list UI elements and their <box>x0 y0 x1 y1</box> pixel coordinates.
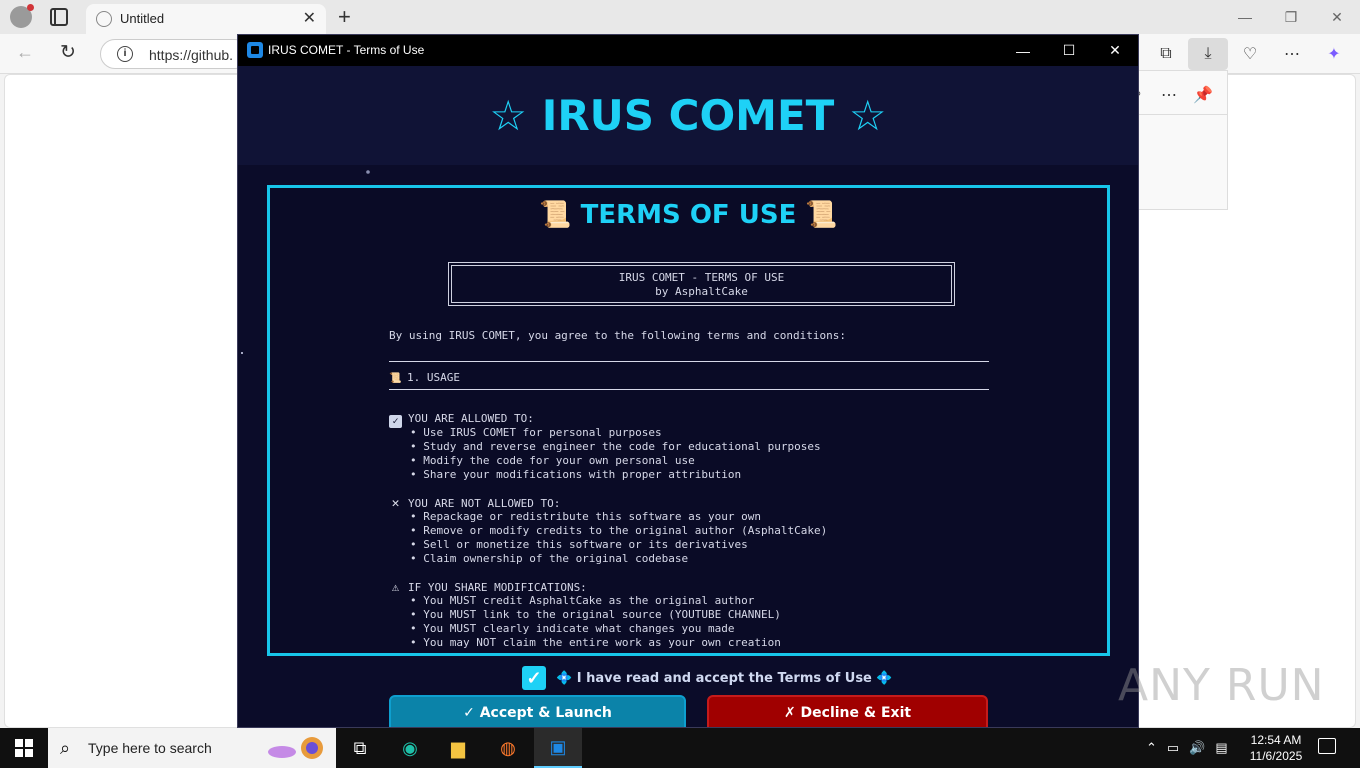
app-maximize-icon[interactable]: ☐ <box>1046 35 1092 66</box>
app-window-controls: — ☐ ✕ <box>1000 35 1138 66</box>
windows-logo-icon <box>15 739 33 757</box>
accept-terms-checkbox[interactable]: ✓ <box>522 666 546 690</box>
cross-icon: ✕ <box>391 496 400 511</box>
close-icon[interactable]: ✕ <box>1314 0 1360 34</box>
not-allowed-item: • Remove or modify credits to the origin… <box>410 524 828 537</box>
terms-panel[interactable]: 📜 TERMS OF USE 📜 IRUS COMET - TERMS OF U… <box>267 185 1110 656</box>
accept-launch-button[interactable]: ✓ Accept & Launch <box>389 695 686 727</box>
site-info-icon[interactable]: i <box>117 46 133 62</box>
app-header: ☆ IRUS COMET ☆ <box>238 66 1138 165</box>
allowed-item: • Share your modifications with proper a… <box>410 468 742 481</box>
app-titlebar: IRUS COMET - Terms of Use — ☐ ✕ <box>238 35 1138 66</box>
downloads-icon[interactable]: ⤓ <box>1188 38 1228 70</box>
start-button[interactable] <box>0 728 48 768</box>
chevron-up-icon[interactable]: ⌃ <box>1146 740 1157 756</box>
irus-comet-window: IRUS COMET - Terms of Use — ☐ ✕ ☆ IRUS C… <box>237 34 1139 728</box>
scroll-icon: 📜 <box>389 373 402 384</box>
browser-window-controls: — ❐ ✕ <box>1222 0 1360 34</box>
decline-exit-button[interactable]: ✗ Decline & Exit <box>707 695 988 727</box>
allowed-item: • Modify the code for your own personal … <box>410 454 695 467</box>
app-logo-icon <box>247 42 263 58</box>
address-url: https://github. <box>149 47 234 63</box>
not-allowed-title: YOU ARE NOT ALLOWED TO: <box>408 497 561 510</box>
allowed-item: • Use IRUS COMET for personal purposes <box>410 426 662 439</box>
app-close-icon[interactable]: ✕ <box>1092 35 1138 66</box>
windows-taskbar: ⌕ Type here to search ⧉ ◉ ▆ ◍ ▣ ⌃ ▭ 🔊 ▤ … <box>0 728 1360 768</box>
reload-icon[interactable]: ↻ <box>60 41 76 64</box>
divider <box>389 389 989 390</box>
copilot-icon[interactable]: ✦ <box>1314 38 1354 70</box>
allowed-title: YOU ARE ALLOWED TO: <box>408 412 534 425</box>
task-view-icon[interactable]: ⧉ <box>336 728 384 768</box>
terms-banner-inner: IRUS COMET - TERMS OF USE by AsphaltCake <box>451 265 952 303</box>
downloads-panel: ⌕ ⋯ 📌 <box>1133 70 1228 210</box>
share-item: • You MUST clearly indicate what changes… <box>410 622 735 635</box>
share-title: IF YOU SHARE MODIFICATIONS: <box>408 581 587 594</box>
anyrun-watermark: ANY RUN <box>1118 660 1325 711</box>
new-tab-button[interactable]: + <box>338 4 351 30</box>
tab-title: Untitled <box>120 11 165 26</box>
irus-comet-taskbar-icon[interactable]: ▣ <box>534 728 582 768</box>
browser-tabbar: Untitled ✕ + — ❐ ✕ <box>0 0 1360 34</box>
not-allowed-item: • Claim ownership of the original codeba… <box>410 552 689 565</box>
minimize-icon[interactable]: — <box>1222 0 1268 34</box>
accept-terms-row[interactable]: ✓ 💠 I have read and accept the Terms of … <box>522 666 893 690</box>
divider <box>389 361 989 362</box>
back-arrow-icon[interactable]: ← <box>16 42 34 63</box>
terms-intro: By using IRUS COMET, you agree to the fo… <box>389 329 846 342</box>
firefox-icon[interactable]: ◍ <box>484 728 532 768</box>
meet-icon[interactable]: ▭ <box>1167 740 1179 756</box>
notifications-icon[interactable] <box>1318 738 1336 754</box>
browser-tab[interactable]: Untitled ✕ <box>86 4 326 34</box>
warning-icon: ⚠ <box>391 580 400 594</box>
profile-avatar[interactable] <box>10 4 34 28</box>
section-usage-heading: 📜 1. USAGE <box>389 371 460 384</box>
globe-icon <box>96 11 112 27</box>
section-usage-title: 1. USAGE <box>407 371 460 384</box>
share-item: • You may NOT claim the entire work as y… <box>410 636 781 649</box>
app-header-title: ☆ IRUS COMET ☆ <box>489 91 887 140</box>
terms-banner: IRUS COMET - TERMS OF USE by AsphaltCake <box>448 262 955 306</box>
tab-actions-icon[interactable] <box>50 8 68 26</box>
app-window-title: IRUS COMET - Terms of Use <box>268 43 425 57</box>
clock-time: 12:54 AM <box>1250 733 1302 747</box>
system-tray: ⌃ ▭ 🔊 ▤ <box>1146 728 1228 768</box>
address-bar[interactable]: i https://github. <box>100 39 250 69</box>
clock-date: 11/6/2025 <box>1249 749 1303 763</box>
restore-icon[interactable]: ❐ <box>1268 0 1314 34</box>
check-icon: ✓ <box>389 415 402 428</box>
taskbar-search[interactable]: ⌕ Type here to search <box>48 728 336 768</box>
banner-author: by AsphaltCake <box>655 285 748 298</box>
browser-essentials-icon[interactable]: ♡ <box>1230 38 1270 70</box>
taskbar-clock[interactable]: 12:54 AM 11/6/2025 <box>1246 732 1306 764</box>
volume-icon[interactable]: 🔊 <box>1189 740 1205 756</box>
downloads-panel-header: ⌕ ⋯ 📌 <box>1133 79 1227 115</box>
share-heading: ⚠ IF YOU SHARE MODIFICATIONS: <box>389 580 587 594</box>
allowed-item: • Study and reverse engineer the code fo… <box>410 440 821 453</box>
app-minimize-icon[interactable]: — <box>1000 35 1046 66</box>
search-icon: ⌕ <box>60 738 71 758</box>
not-allowed-item: • Sell or monetize this software or its … <box>410 538 748 551</box>
banner-title: IRUS COMET - TERMS OF USE <box>618 271 785 284</box>
search-highlight-icon <box>268 737 323 759</box>
terms-heading: 📜 TERMS OF USE 📜 <box>539 200 838 230</box>
downloads-more-icon[interactable]: ⋯ <box>1161 85 1177 105</box>
toolbar-actions: ⧉ ⤓ ♡ ⋯ ✦ <box>1146 38 1354 70</box>
share-item: • You MUST credit AsphaltCake as the ori… <box>410 594 755 607</box>
not-allowed-item: • Repackage or redistribute this softwar… <box>410 510 761 523</box>
share-item: • You MUST link to the original source (… <box>410 608 781 621</box>
pin-icon[interactable]: 📌 <box>1193 85 1213 105</box>
tab-close-icon[interactable]: ✕ <box>303 8 316 28</box>
file-explorer-icon[interactable]: ▆ <box>434 728 482 768</box>
network-icon[interactable]: ▤ <box>1215 740 1227 756</box>
taskbar-search-placeholder: Type here to search <box>88 740 212 756</box>
more-options-icon[interactable]: ⋯ <box>1272 38 1312 70</box>
accept-terms-label[interactable]: 💠 I have read and accept the Terms of Us… <box>556 671 893 686</box>
edge-icon[interactable]: ◉ <box>386 728 434 768</box>
collections-icon[interactable]: ⧉ <box>1146 38 1186 70</box>
not-allowed-heading: ✕ YOU ARE NOT ALLOWED TO: <box>389 496 561 511</box>
